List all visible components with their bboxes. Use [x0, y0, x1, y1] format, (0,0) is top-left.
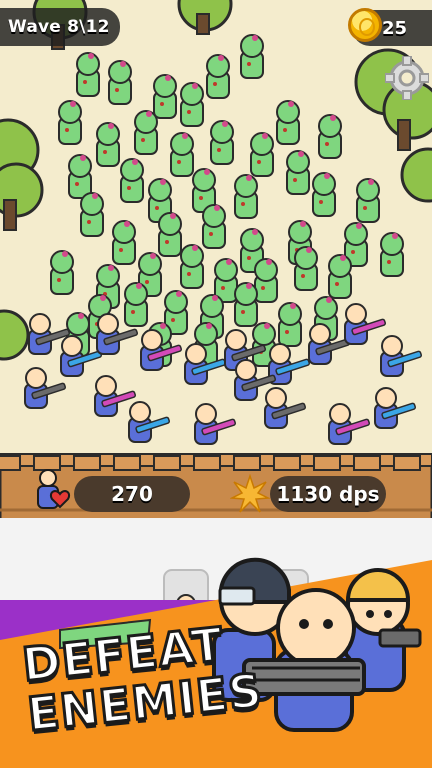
- wall-merlon: [233, 455, 261, 471]
- zombie: [240, 34, 264, 79]
- zombie: [234, 282, 258, 327]
- gear-icon[interactable]: [385, 56, 429, 100]
- zombie: [96, 122, 120, 167]
- wall-merlon: [353, 455, 381, 471]
- wall-merlon: [393, 455, 421, 471]
- zombie: [68, 154, 92, 199]
- zombie: [153, 74, 177, 119]
- zombie: [356, 178, 380, 223]
- wall-merlon: [73, 455, 101, 471]
- zombie: [108, 60, 132, 105]
- promo-headline: DEFEAT ENEMIES: [18, 615, 266, 743]
- zombie: [76, 52, 100, 97]
- zombie: [286, 150, 310, 195]
- zombie: [206, 54, 230, 99]
- coin-icon: [348, 8, 382, 42]
- wall-merlon: [273, 455, 301, 471]
- zombie: [134, 110, 158, 155]
- explosion-icon: [230, 474, 270, 513]
- wave-label: Wave 8\12: [8, 17, 110, 37]
- zombie: [294, 246, 318, 291]
- zombie: [80, 192, 104, 237]
- zombie: [312, 172, 336, 217]
- zombie: [202, 204, 226, 249]
- zombie: [120, 158, 144, 203]
- zombie: [214, 258, 238, 303]
- wall-merlon: [113, 455, 141, 471]
- heart-icon: [37, 469, 70, 509]
- wall-merlon: [0, 455, 21, 471]
- zombie: [170, 132, 194, 177]
- zombie: [50, 250, 74, 295]
- zombie: [180, 82, 204, 127]
- zombie: [250, 132, 274, 177]
- damage-per-second: 1130 dps: [270, 476, 386, 512]
- zombie: [180, 244, 204, 289]
- dps-value: 1130 dps: [276, 482, 380, 506]
- wall-health: 270: [74, 476, 190, 512]
- zombie: [328, 254, 352, 299]
- zombie: [58, 100, 82, 145]
- zombie: [318, 114, 342, 159]
- wall-merlon: [153, 455, 181, 471]
- zombie: [112, 220, 136, 265]
- wave-indicator: Wave 8\12: [0, 8, 120, 46]
- wall-merlon: [193, 455, 221, 471]
- coin-count: 25: [382, 18, 408, 39]
- zombie: [278, 302, 302, 347]
- wall-merlon: [313, 455, 341, 471]
- zombie: [124, 282, 148, 327]
- zombie: [380, 232, 404, 277]
- zombie: [158, 212, 182, 257]
- zombie: [234, 174, 258, 219]
- zombie: [276, 100, 300, 145]
- zombie: [254, 258, 278, 303]
- wall-health-value: 270: [111, 482, 153, 506]
- zombie: [210, 120, 234, 165]
